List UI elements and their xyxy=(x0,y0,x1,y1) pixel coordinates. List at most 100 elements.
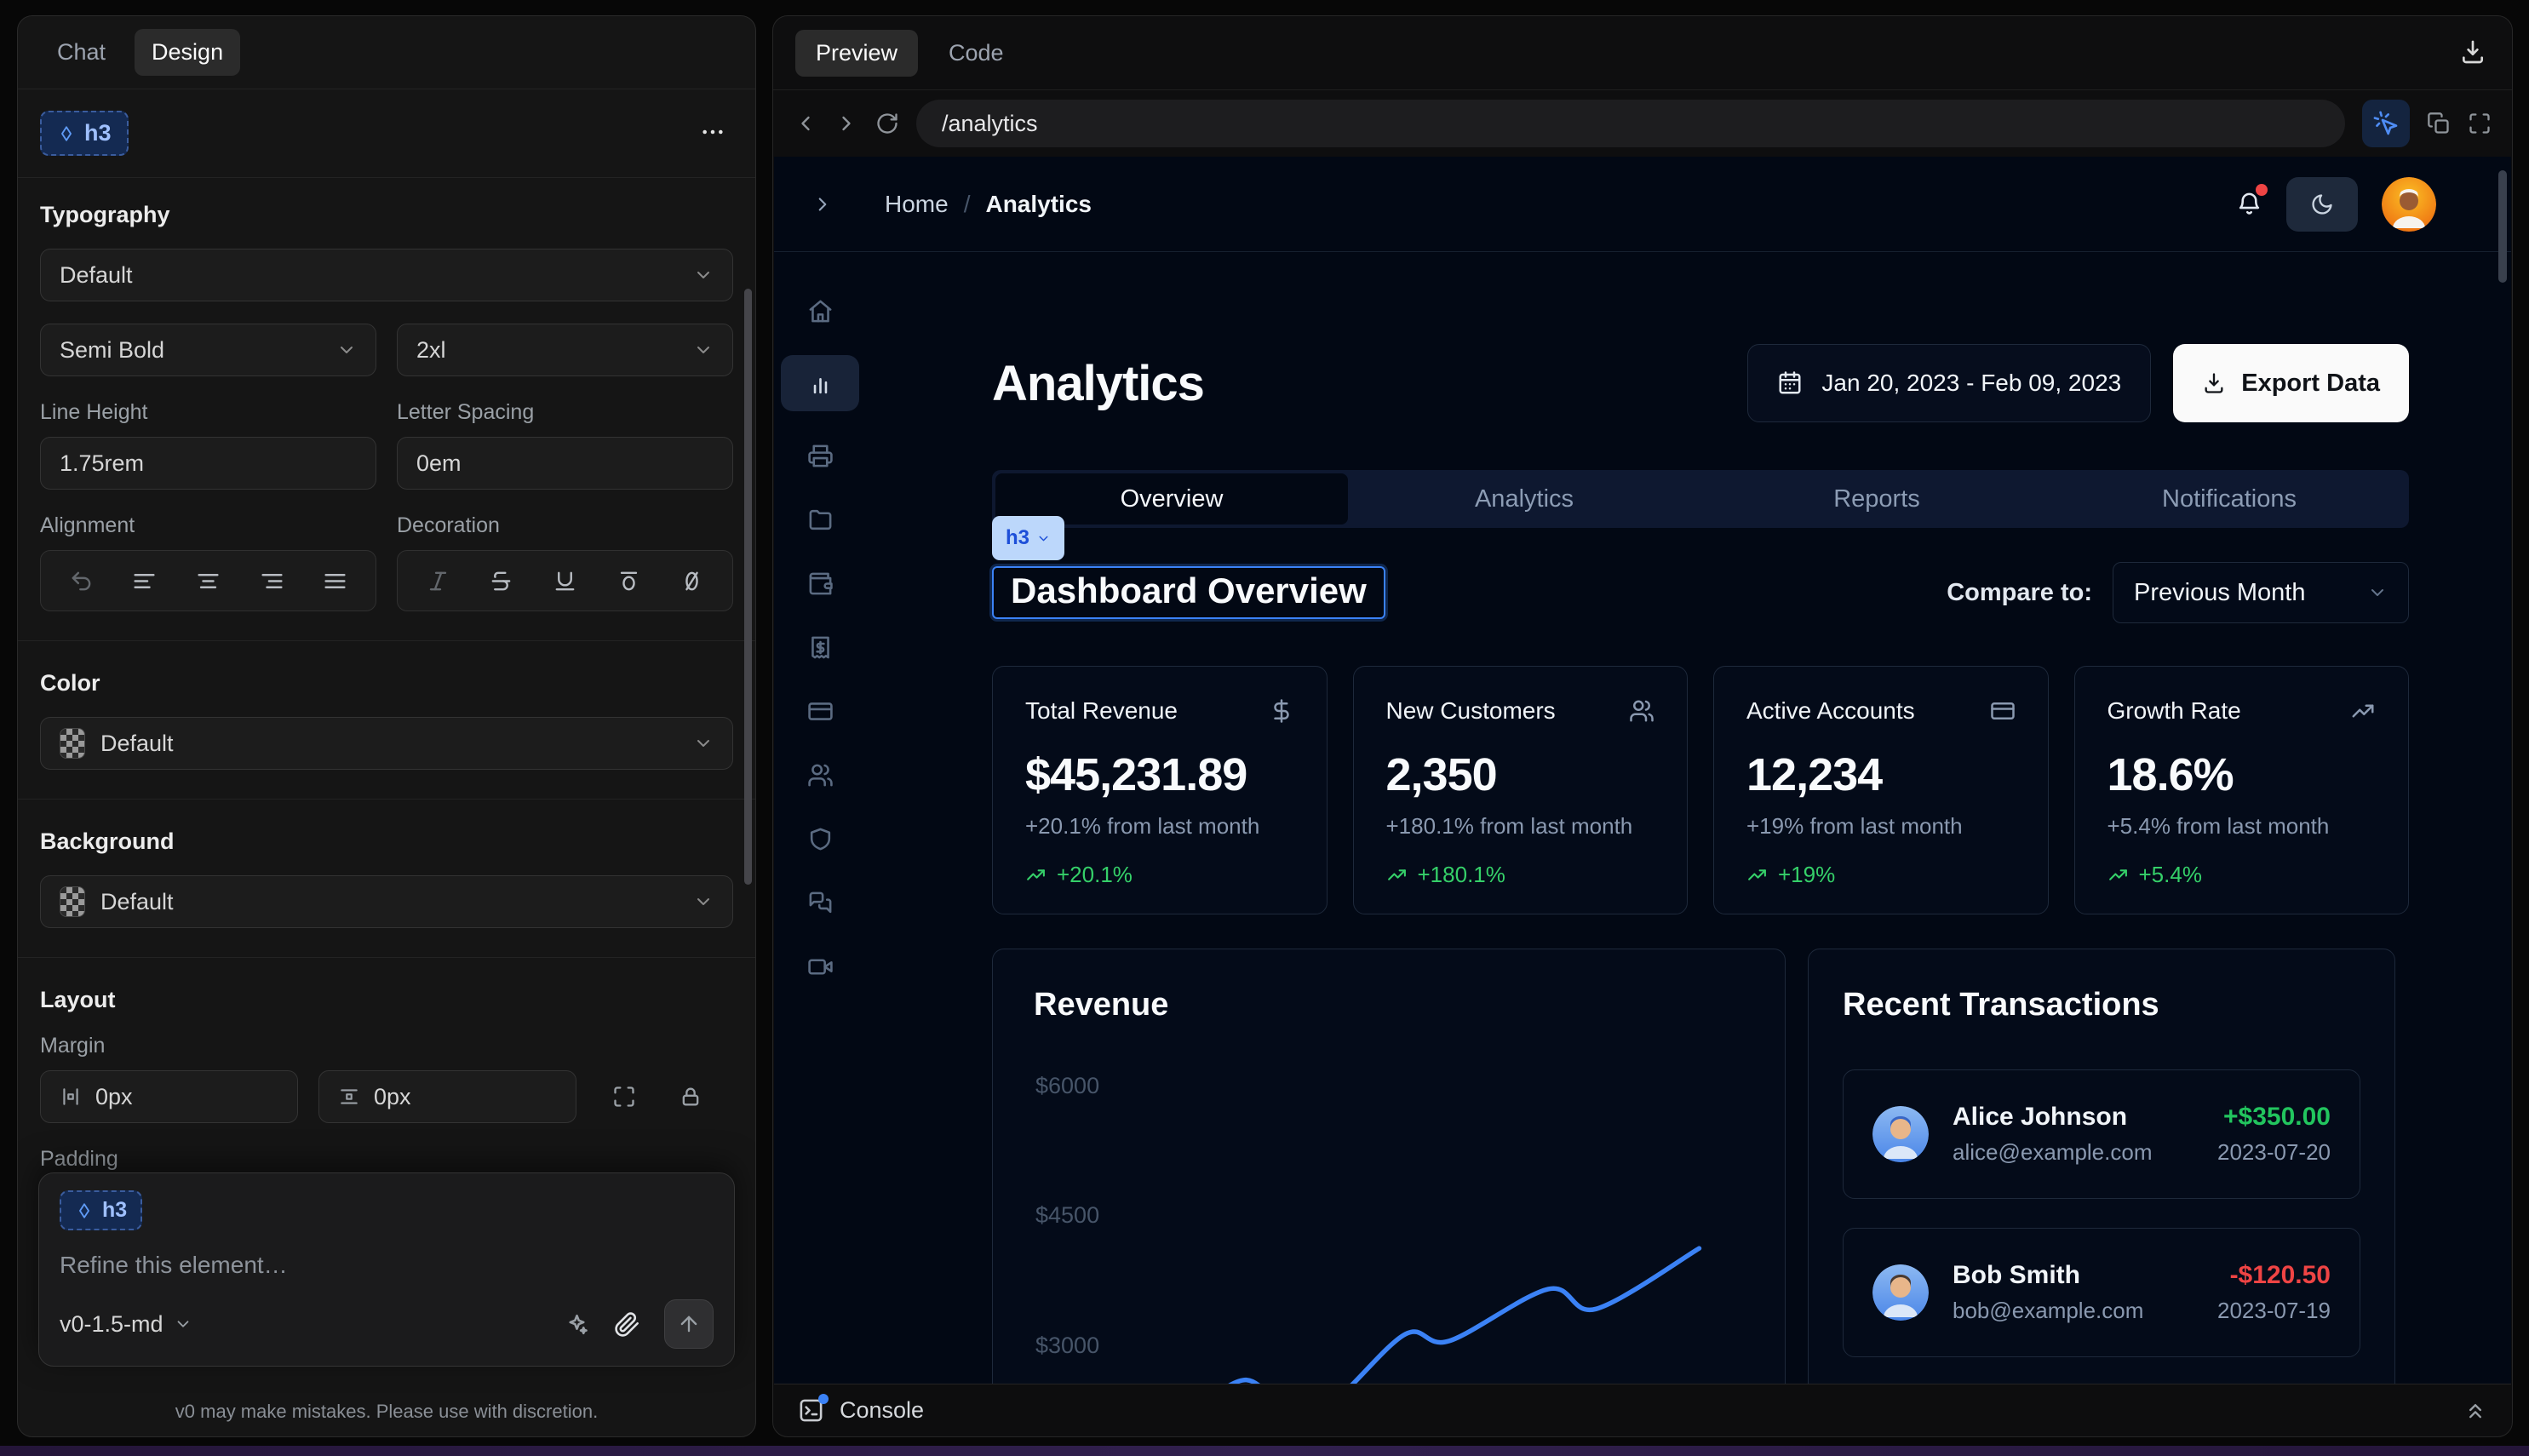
line-height-input[interactable]: 1.75rem xyxy=(40,437,376,490)
composer-element-badge[interactable]: h3 xyxy=(60,1190,142,1230)
calendar-icon xyxy=(1777,370,1803,396)
folder-icon xyxy=(807,507,834,533)
preview-viewport: Home / Analytics Ana xyxy=(774,157,2511,1384)
breadcrumb-home[interactable]: Home xyxy=(885,191,949,218)
tab-preview[interactable]: Preview xyxy=(795,30,918,77)
chevron-left-icon xyxy=(794,112,817,135)
sidebar-item-printer[interactable] xyxy=(800,436,840,475)
sidebar-item-folder[interactable] xyxy=(800,500,840,539)
margin-y-input[interactable]: 0px xyxy=(318,1070,576,1123)
fullscreen-button[interactable] xyxy=(2468,112,2492,135)
stat-card: Total Revenue $45,231.89 +20.1% from las… xyxy=(992,666,1328,914)
undo-button[interactable] xyxy=(61,561,100,600)
align-justify-button[interactable] xyxy=(316,561,355,600)
overline-button[interactable] xyxy=(609,561,648,600)
selected-element-chip[interactable]: h3 xyxy=(992,516,1064,560)
refresh-button[interactable] xyxy=(875,112,899,135)
theme-toggle-button[interactable] xyxy=(2286,177,2358,232)
sidebar-item-wallet[interactable] xyxy=(800,564,840,603)
chevron-down-icon xyxy=(693,340,714,360)
ellipsis-icon xyxy=(699,118,726,146)
notifications-button[interactable] xyxy=(2236,191,2262,217)
letter-spacing-input[interactable]: 0em xyxy=(397,437,733,490)
none-icon xyxy=(680,569,704,593)
expand-icon xyxy=(612,1085,636,1109)
preview-toolbar: /analytics xyxy=(773,89,2512,157)
tab-chat[interactable]: Chat xyxy=(40,29,123,76)
printer-icon xyxy=(807,443,834,469)
sidebar-item-shield[interactable] xyxy=(800,819,840,858)
italic-icon xyxy=(426,569,450,593)
stat-change: +19% from last month xyxy=(1746,813,2016,840)
none-button[interactable] xyxy=(673,561,712,600)
console-expand-button[interactable] xyxy=(2463,1398,2487,1422)
margin-x-input[interactable]: 0px xyxy=(40,1070,298,1123)
stat-value: 12,234 xyxy=(1746,748,2016,801)
user-avatar[interactable] xyxy=(2382,177,2436,232)
pointer-click-icon xyxy=(2372,110,2400,137)
strikethrough-button[interactable] xyxy=(482,561,521,600)
compare-select[interactable]: Previous Month xyxy=(2113,562,2409,623)
notification-dot xyxy=(2256,184,2268,196)
undo-icon xyxy=(69,569,94,593)
sidebar-item-home[interactable] xyxy=(800,291,840,330)
export-data-button[interactable]: Export Data xyxy=(2173,344,2409,422)
section-title-selected[interactable]: Dashboard Overview xyxy=(992,566,1385,619)
preview-header: Preview Code xyxy=(773,16,2512,89)
tab-analytics[interactable]: Analytics xyxy=(1348,473,1700,525)
transaction-row[interactable]: Bob Smithbob@example.com -$120.50 2023-0… xyxy=(1843,1228,2360,1357)
sidebar-item-users[interactable] xyxy=(800,755,840,794)
italic-button[interactable] xyxy=(418,561,457,600)
sidebar-toggle-button[interactable] xyxy=(811,193,834,215)
download-button[interactable] xyxy=(2459,38,2486,68)
font-weight-select[interactable]: Semi Bold xyxy=(40,324,376,376)
sidebar-item-messages[interactable] xyxy=(800,883,840,922)
forward-button[interactable] xyxy=(834,112,858,135)
refine-input[interactable]: Refine this element… xyxy=(60,1252,714,1279)
color-select[interactable]: Default xyxy=(40,717,733,770)
align-right-button[interactable] xyxy=(252,561,291,600)
selected-element-badge[interactable]: h3 xyxy=(40,111,129,156)
copy-button[interactable] xyxy=(2427,112,2451,135)
model-selector[interactable]: v0-1.5-md xyxy=(60,1311,192,1338)
stat-trend: +180.1% xyxy=(1386,862,1655,888)
dashboard-tabs: OverviewAnalyticsReportsNotifications xyxy=(992,470,2409,528)
align-left-button[interactable] xyxy=(125,561,164,600)
selected-element-row: h3 xyxy=(18,89,755,178)
sidebar-item-receipt[interactable] xyxy=(800,628,840,667)
font-size-select[interactable]: 2xl xyxy=(397,324,733,376)
align-center-icon xyxy=(196,569,221,593)
tab-notifications[interactable]: Notifications xyxy=(2053,473,2406,525)
inspect-element-button[interactable] xyxy=(2362,100,2410,147)
download-icon xyxy=(2459,38,2486,66)
chevron-down-icon xyxy=(693,891,714,912)
tab-code[interactable]: Code xyxy=(928,30,1024,77)
background-select[interactable]: Default xyxy=(40,875,733,928)
sidebar-item-bar-chart[interactable] xyxy=(781,355,859,411)
transaction-row[interactable]: Alice Johnsonalice@example.com +$350.00 … xyxy=(1843,1069,2360,1199)
console-label[interactable]: Console xyxy=(840,1397,924,1424)
tab-design[interactable]: Design xyxy=(135,29,240,76)
element-menu-button[interactable] xyxy=(696,117,730,151)
attach-icon[interactable] xyxy=(614,1311,640,1338)
sidebar-item-video[interactable] xyxy=(800,947,840,986)
sparkles-icon[interactable] xyxy=(564,1311,590,1338)
back-button[interactable] xyxy=(794,112,817,135)
avatar xyxy=(1872,1264,1929,1321)
users-icon xyxy=(807,762,834,788)
margin-lock-button[interactable] xyxy=(672,1078,709,1115)
app-sidebar xyxy=(774,252,866,1384)
stat-change: +180.1% from last month xyxy=(1386,813,1655,840)
sidebar-item-credit-card[interactable] xyxy=(800,691,840,731)
credit-card-icon xyxy=(807,698,834,725)
date-range-picker[interactable]: Jan 20, 2023 - Feb 09, 2023 xyxy=(1747,344,2151,422)
url-input[interactable]: /analytics xyxy=(916,100,2345,147)
align-center-button[interactable] xyxy=(188,561,227,600)
underline-button[interactable] xyxy=(545,561,584,600)
font-family-select[interactable]: Default xyxy=(40,249,733,301)
page-title: Analytics xyxy=(992,355,1204,412)
design-panel-scrollbar[interactable] xyxy=(744,289,752,885)
send-button[interactable] xyxy=(664,1299,714,1349)
margin-expand-button[interactable] xyxy=(605,1078,643,1115)
tab-reports[interactable]: Reports xyxy=(1700,473,2053,525)
